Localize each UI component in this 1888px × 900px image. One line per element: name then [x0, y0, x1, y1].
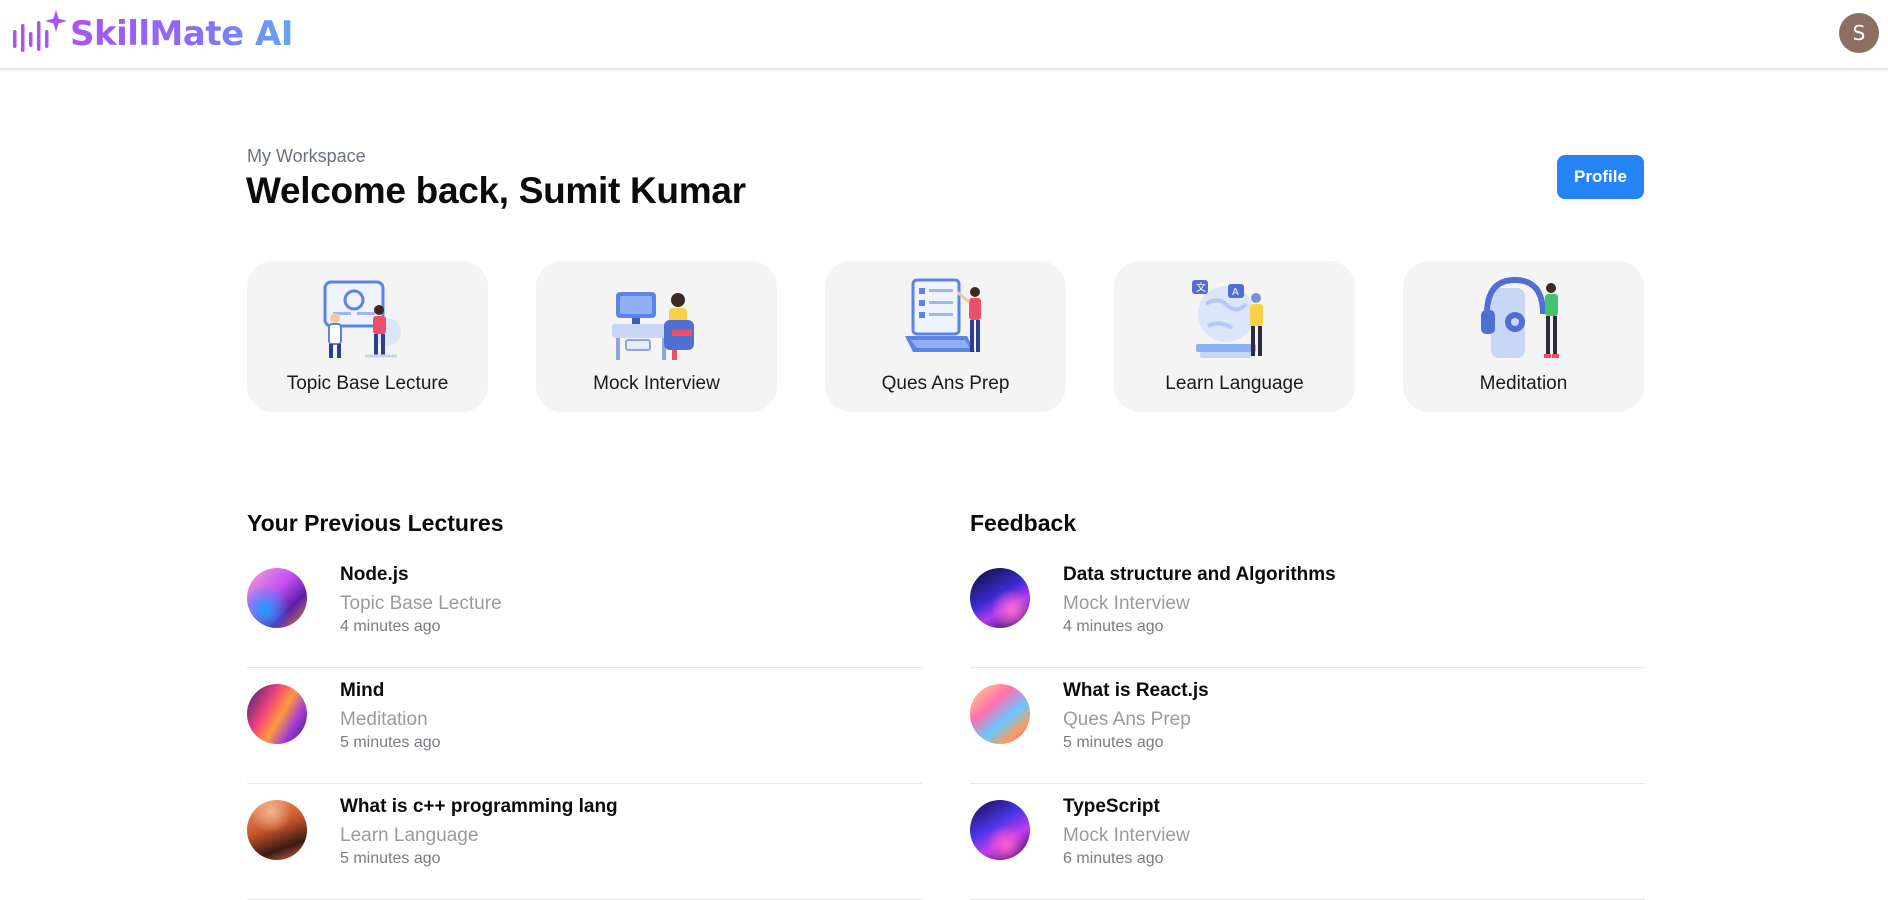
previous-lectures-heading: Your Previous Lectures [247, 510, 504, 536]
feature-card-label: Ques Ans Prep [881, 373, 1010, 394]
item-title: What is c++ programming lang [340, 796, 618, 817]
workspace-kicker: My Workspace [247, 146, 366, 166]
list-item[interactable]: What is c++ programming lang Learn Langu… [247, 784, 922, 900]
item-time: 4 minutes ago [1063, 618, 1164, 635]
brand-name: SkillMate AI [70, 10, 293, 58]
feature-cards: Topic Base Lecture Mock Interview Ques A… [247, 261, 1644, 412]
interview-desk-icon [612, 292, 694, 360]
previous-lectures-section: Your Previous Lectures Node.js Topic Bas… [247, 510, 922, 900]
feature-card-ques-ans-prep[interactable]: Ques Ans Prep [825, 261, 1066, 412]
item-type: Topic Base Lecture [340, 593, 502, 614]
feedback-thumbnail [970, 568, 1030, 628]
lecture-thumbnail [247, 800, 307, 860]
svg-text:A: A [1232, 287, 1239, 298]
globe-language-icon: 文 A [1192, 280, 1263, 358]
list-item[interactable]: Node.js Topic Base Lecture 4 minutes ago [247, 552, 922, 668]
item-time: 5 minutes ago [340, 734, 441, 751]
item-type: Meditation [340, 709, 428, 730]
lecture-whiteboard-icon [323, 280, 401, 358]
list-item[interactable]: What is React.js Ques Ans Prep 5 minutes… [970, 668, 1645, 784]
brand-logo-link[interactable]: SkillMate AI [12, 10, 293, 58]
list-item[interactable]: Data structure and Algorithms Mock Inter… [970, 552, 1645, 668]
item-time: 5 minutes ago [340, 850, 441, 867]
sparkle-waveform-icon [13, 10, 67, 52]
feedback-thumbnail [970, 800, 1030, 860]
item-type: Mock Interview [1063, 825, 1190, 846]
list-item[interactable]: Mind Meditation 5 minutes ago [247, 668, 922, 784]
lecture-thumbnail [247, 568, 307, 628]
feedback-section: Feedback Data structure and Algorithms M… [970, 510, 1645, 900]
item-type: Ques Ans Prep [1063, 709, 1191, 730]
top-navbar: SkillMate AI S [0, 0, 1888, 70]
user-avatar[interactable]: S [1839, 13, 1879, 53]
headphones-meditation-icon [1481, 276, 1559, 358]
feature-card-label: Topic Base Lecture [286, 373, 449, 394]
laptop-checklist-icon [905, 278, 981, 352]
feature-card-mock-interview[interactable]: Mock Interview [536, 261, 777, 412]
svg-text:文: 文 [1196, 281, 1206, 294]
item-title: What is React.js [1063, 680, 1209, 701]
item-type: Mock Interview [1063, 593, 1190, 614]
item-time: 6 minutes ago [1063, 850, 1164, 867]
list-item[interactable]: TypeScript Mock Interview 6 minutes ago [970, 784, 1645, 900]
item-title: Node.js [340, 564, 409, 585]
item-time: 4 minutes ago [340, 618, 441, 635]
item-type: Learn Language [340, 825, 479, 846]
page-title: Welcome back, Sumit Kumar [246, 170, 746, 211]
feature-card-label: Meditation [1479, 373, 1568, 394]
feature-card-topic-base-lecture[interactable]: Topic Base Lecture [247, 261, 488, 412]
lecture-thumbnail [247, 684, 307, 744]
profile-button[interactable]: Profile [1557, 155, 1644, 199]
feature-card-meditation[interactable]: Meditation [1403, 261, 1644, 412]
item-time: 5 minutes ago [1063, 734, 1164, 751]
feedback-heading: Feedback [970, 510, 1077, 536]
item-title: Mind [340, 680, 385, 701]
feedback-thumbnail [970, 684, 1030, 744]
item-title: Data structure and Algorithms [1063, 564, 1336, 585]
feature-card-learn-language[interactable]: 文 A Learn Language [1114, 261, 1355, 412]
item-title: TypeScript [1063, 796, 1160, 817]
feature-card-label: Learn Language [1165, 373, 1304, 394]
feature-card-label: Mock Interview [593, 373, 720, 394]
